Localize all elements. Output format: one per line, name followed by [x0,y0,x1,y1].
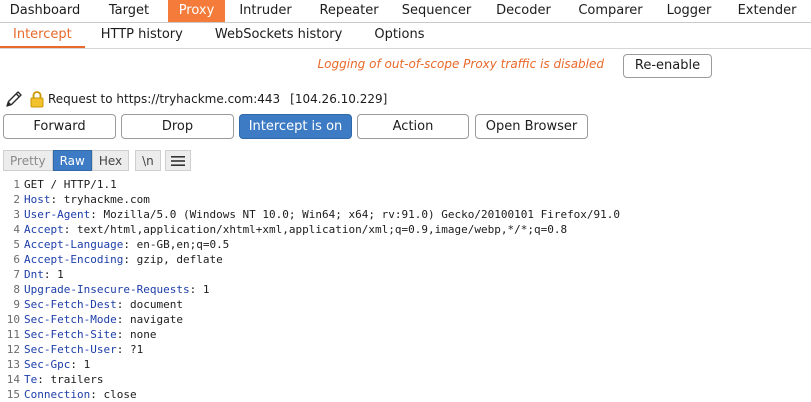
tab-websockets-history[interactable]: WebSockets history [199,23,358,48]
drop-button[interactable]: Drop [121,114,234,139]
header-text: Dnt: 1 [24,268,64,281]
header-name: Accept-Encoding [24,253,124,266]
lock-icon [30,90,44,108]
view-tab-raw[interactable]: Raw [52,150,92,171]
header-value: trailers [50,373,104,386]
line-number: 14 [6,373,20,386]
header-value: document [129,298,183,311]
line-number: 1 [13,178,20,191]
out-of-scope-logging-message: Logging of out-of-scope Proxy traffic is… [317,57,604,71]
line-number: 10 [6,313,20,326]
header-text: Te: trailers [24,373,104,386]
header-text: Accept-Encoding: gzip, deflate [24,253,223,266]
header-text: User-Agent: Mozilla/5.0 (Windows NT 10.0… [24,208,621,221]
line-number: 4 [13,223,20,236]
header-name: Sec-Gpc [24,358,71,371]
header-text: Accept: text/html,application/xhtml+xml,… [24,223,568,236]
proxy-sub-tab-bar: Intercept HTTP history WebSockets histor… [0,23,811,49]
message-view-toolbar: Pretty Raw Hex \n [3,150,191,171]
tab-dashboard[interactable]: Dashboard [0,0,90,22]
action-button[interactable]: Action [357,114,469,139]
hamburger-menu-icon[interactable] [164,150,191,171]
tab-intruder[interactable]: Intruder [225,0,306,22]
header-name: Upgrade-Insecure-Requests [24,283,190,296]
header-name: Host [24,193,51,206]
header-text: Sec-Fetch-Dest: document [24,298,183,311]
header-value: tryhackme.com [63,193,150,206]
header-name: Dnt [24,268,44,281]
request-ip: [104.26.10.229] [290,92,388,106]
pencil-icon[interactable] [4,89,24,109]
line-number: 6 [13,253,20,266]
header-value: text/html,application/xhtml+xml,applicat… [77,223,568,236]
tab-logger[interactable]: Logger [655,0,723,22]
open-browser-button[interactable]: Open Browser [475,114,588,139]
request-target-line: Request to https://tryhackme.com:443 [10… [4,88,387,110]
top-tab-bar: Dashboard Target Proxy Intruder Repeater… [0,0,811,23]
header-text: Sec-Fetch-User: ?1 [24,343,144,356]
header-text: Sec-Fetch-Mode: navigate [24,313,183,326]
tab-target[interactable]: Target [90,0,168,22]
tab-sequencer[interactable]: Sequencer [392,0,481,22]
header-value: Mozilla/5.0 (Windows NT 10.0; Win64; x64… [103,208,621,221]
header-value: navigate [129,313,183,326]
view-tab-hex[interactable]: Hex [91,150,130,171]
forward-button[interactable]: Forward [3,114,116,139]
request-editor[interactable]: 1 GET / HTTP/1.1 2 Host: tryhackme.com 3 Us… [0,177,811,401]
header-name: Sec-Fetch-Mode [24,313,117,326]
line-number: 13 [6,358,20,371]
header-text: Sec-Gpc: 1 [24,358,91,371]
header-text: Sec-Fetch-Site: none [24,328,157,341]
line-number: 3 [13,208,20,221]
tab-proxy[interactable]: Proxy [168,0,225,22]
show-newlines-button[interactable]: \n [135,150,161,171]
header-value: none [129,328,157,341]
tab-repeater[interactable]: Repeater [306,0,392,22]
line-number: 12 [6,343,20,356]
re-enable-button[interactable]: Re-enable [623,54,712,78]
header-name: User-Agent [24,208,91,221]
line-number: 5 [13,238,20,251]
header-value: en-GB,en;q=0.5 [136,238,230,251]
header-value: 1 [83,358,91,371]
request-url: Request to https://tryhackme.com:443 [48,92,281,106]
line-number: 11 [6,328,20,341]
header-name: Sec-Fetch-Site [24,328,117,341]
tab-comparer[interactable]: Comparer [566,0,655,22]
header-value: 1 [57,268,64,281]
header-name: Accept [24,223,64,236]
header-value: 1 [202,283,210,296]
line-number: 9 [13,298,20,311]
tab-options[interactable]: Options [358,23,440,48]
header-value: gzip, deflate [136,253,223,266]
header-text: Host: tryhackme.com [24,193,150,206]
tab-extender[interactable]: Extender [723,0,811,22]
tab-decoder[interactable]: Decoder [481,0,566,22]
header-text: Connection: close [24,388,137,401]
header-name: Sec-Fetch-Dest [24,298,117,311]
header-name: Accept-Language [24,238,124,251]
header-text: Upgrade-Insecure-Requests: 1 [24,283,210,296]
intercept-toggle-button[interactable]: Intercept is on [239,114,352,139]
view-tab-pretty[interactable]: Pretty [3,150,53,171]
line-number: 8 [13,283,20,296]
header-name: Te [24,373,38,386]
header-value: close [103,388,137,401]
line-number: 7 [13,268,20,281]
tab-http-history[interactable]: HTTP history [85,23,199,48]
header-value: ?1 [129,343,144,356]
header-name: Sec-Fetch-User [24,343,117,356]
header-text: Accept-Language: en-GB,en;q=0.5 [24,238,230,251]
request-line-text: GET / HTTP/1.1 [24,178,117,191]
tab-intercept[interactable]: Intercept [0,23,85,48]
header-name: Connection [24,388,91,401]
line-number: 2 [13,193,20,206]
line-number: 15 [6,388,20,401]
